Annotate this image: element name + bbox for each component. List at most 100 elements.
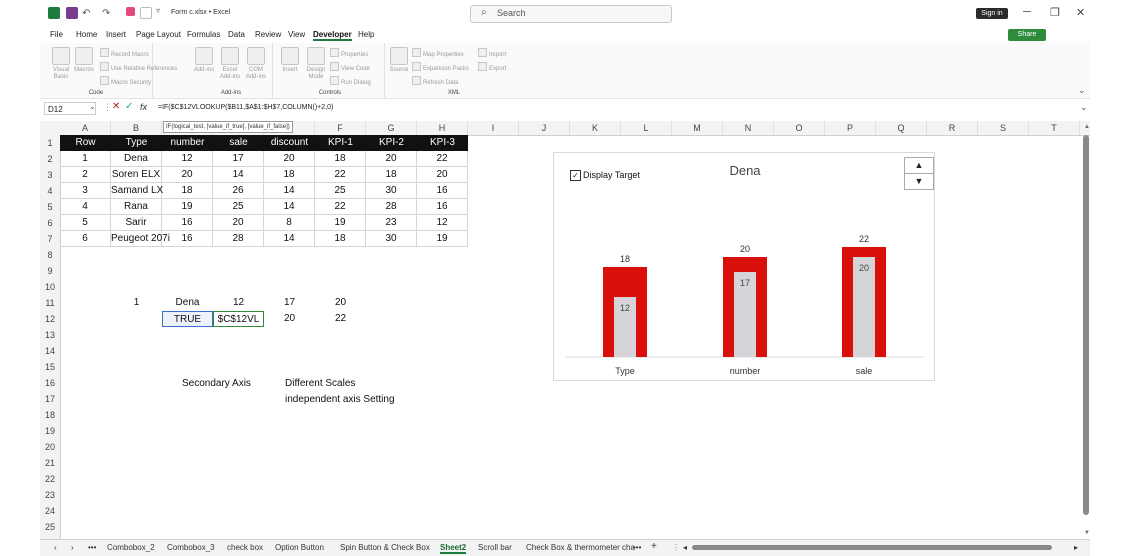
macro-security-button[interactable]: Macro Security [100,76,151,86]
sheet-tab-thermometer[interactable]: Check Box & thermometer cha [526,543,635,552]
collapse-ribbon-icon[interactable]: ⌄ [1078,85,1086,96]
result-cell[interactable]: TRUE [162,311,213,327]
table-cell[interactable]: 18 [264,167,315,183]
sheet-tab-option-button[interactable]: Option Button [275,543,324,552]
tab-data[interactable]: Data [228,30,245,39]
properties-button[interactable]: Properties [330,48,368,58]
search-box[interactable]: ⌕ Search [470,5,672,23]
row-header-1[interactable]: 1 [40,135,60,151]
table-header-cell[interactable]: discount [264,135,315,151]
table-cell[interactable]: 18 [315,231,366,247]
table-cell[interactable]: Soren ELX [111,167,162,183]
table-cell[interactable]: 16 [162,231,213,247]
customize-qat-icon[interactable]: ▿ [156,6,168,18]
table-header-cell[interactable]: KPI-1 [315,135,366,151]
save-icon[interactable] [66,7,78,19]
vertical-scrollbar[interactable] [1083,135,1089,515]
sign-in-button[interactable]: Sign in [976,8,1008,19]
table-cell[interactable]: 14 [264,199,315,215]
scroll-up-icon[interactable]: ▲ [1084,124,1090,130]
result-cell[interactable]: $C$12VL [213,311,264,327]
horizontal-scrollbar[interactable] [692,545,1052,550]
table-header-cell[interactable]: sale [213,135,264,151]
table-cell[interactable]: 18 [366,167,417,183]
note-different-scales[interactable]: Different Scales [285,376,355,392]
tab-file[interactable]: File [50,30,63,39]
minimize-icon[interactable]: ─ [1023,6,1031,18]
table-cell[interactable]: 23 [366,215,417,231]
column-header-q[interactable]: Q [876,121,927,135]
column-header-r[interactable]: R [927,121,978,135]
row-header-12[interactable]: 12 [40,311,60,327]
column-header-j[interactable]: J [519,121,570,135]
table-cell[interactable]: 16 [162,215,213,231]
row-header-25[interactable]: 25 [40,519,60,535]
export-button[interactable]: Export [478,62,506,72]
column-header-s[interactable]: S [978,121,1029,135]
tab-developer[interactable]: Developer [313,30,352,41]
table-cell[interactable]: 12 [417,215,468,231]
tab-page-layout[interactable]: Page Layout [136,30,181,39]
row-header-2[interactable]: 2 [40,151,60,167]
table-header-cell[interactable]: KPI-3 [417,135,468,151]
lookup-cell[interactable]: 17 [264,295,315,311]
table-cell[interactable]: 20 [162,167,213,183]
tab-review[interactable]: Review [255,30,281,39]
table-cell[interactable]: 18 [162,183,213,199]
refresh-data-button[interactable]: Refresh Data [412,76,458,86]
table-cell[interactable]: 5 [60,215,111,231]
formula-input[interactable]: =IF($C$12VLOOKUP($B11,$A$1:$H$7,COLUMN()… [158,104,333,111]
cancel-formula-icon[interactable]: ✕ [112,101,120,112]
sheet-tab-scroll-bar[interactable]: Scroll bar [478,543,512,552]
table-cell[interactable]: 20 [264,151,315,167]
scroll-down-icon[interactable]: ▼ [1084,530,1090,536]
row-header-7[interactable]: 7 [40,231,60,247]
run-dialog-button[interactable]: Run Dialog [330,76,371,86]
table-cell[interactable]: 14 [213,167,264,183]
column-header-t[interactable]: T [1029,121,1080,135]
table-cell[interactable]: 18 [315,151,366,167]
table-cell[interactable]: 28 [213,231,264,247]
tab-help[interactable]: Help [358,30,374,39]
expand-formula-bar-icon[interactable]: ⌄ [1080,102,1088,113]
table-cell[interactable]: 16 [417,199,468,215]
lookup-cell[interactable]: 12 [213,295,264,311]
row-header-4[interactable]: 4 [40,183,60,199]
insert-function-icon[interactable]: fx [140,102,147,112]
row-header-23[interactable]: 23 [40,487,60,503]
table-cell[interactable]: 25 [315,183,366,199]
row-header-15[interactable]: 15 [40,359,60,375]
more-sheets-right-icon[interactable]: ••• [633,543,641,552]
more-sheets-left-icon[interactable]: ••• [88,543,96,552]
table-cell[interactable]: 28 [366,199,417,215]
tab-home[interactable]: Home [76,30,97,39]
table-cell[interactable]: 19 [417,231,468,247]
note-independent-axis[interactable]: independent axis Setting [285,392,395,408]
row-header-17[interactable]: 17 [40,391,60,407]
table-cell[interactable]: 26 [213,183,264,199]
row-header-24[interactable]: 24 [40,503,60,519]
paint-icon[interactable] [126,7,135,16]
table-cell[interactable]: 6 [60,231,111,247]
table-cell[interactable]: 20 [366,151,417,167]
column-header-l[interactable]: L [621,121,672,135]
table-cell[interactable]: 2 [60,167,111,183]
redo-icon[interactable]: ↷ [102,8,114,19]
row-header-22[interactable]: 22 [40,471,60,487]
undo-icon[interactable]: ↶ [82,8,94,19]
table-cell[interactable]: Dena [111,151,162,167]
lookup-cell[interactable]: 1 [111,295,162,311]
lookup-cell[interactable]: Dena [162,295,213,311]
row-header-5[interactable]: 5 [40,199,60,215]
table-cell[interactable]: Peugeot 207i [111,231,170,247]
chart-area[interactable]: ✓ Display Target Dena ▲ ▼ 18 12 Type 20 17 nu… [553,152,935,381]
column-header-i[interactable]: I [468,121,519,135]
table-cell[interactable]: 16 [417,183,468,199]
table-cell[interactable]: 20 [213,215,264,231]
row-header-13[interactable]: 13 [40,327,60,343]
table-header-cell[interactable]: Row [60,135,111,151]
sheet-tab-sheet2[interactable]: Sheet2 [440,543,467,554]
insert-control-button[interactable]: Insert [278,47,302,74]
form-icon[interactable] [140,7,152,19]
share-button[interactable]: Share [1008,29,1046,41]
